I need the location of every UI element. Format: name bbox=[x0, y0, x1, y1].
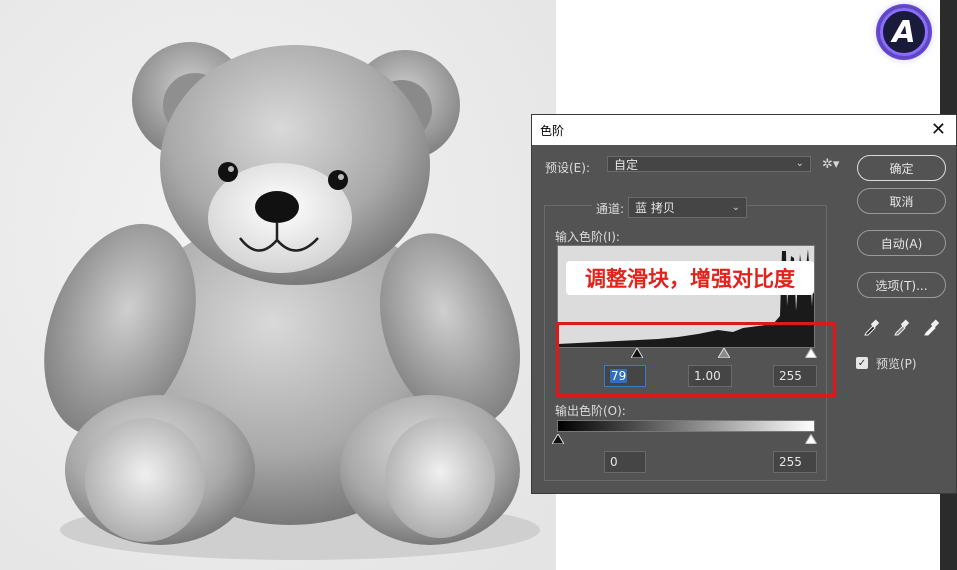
tutorial-annotation: 调整滑块，增强对比度 bbox=[566, 261, 814, 295]
white-eyedropper-icon[interactable] bbox=[923, 318, 941, 336]
output-gradient-bar bbox=[557, 420, 815, 432]
input-levels-label: 输入色阶(I): bbox=[555, 230, 620, 244]
channel-label: 通道: bbox=[592, 200, 629, 217]
cancel-button[interactable]: 取消 bbox=[857, 188, 946, 214]
output-black-field[interactable]: 0 bbox=[604, 451, 646, 473]
black-eyedropper-icon[interactable] bbox=[863, 318, 881, 336]
chevron-down-icon: ⌄ bbox=[795, 158, 804, 169]
dialog-titlebar[interactable]: 色阶 ✕ bbox=[532, 115, 956, 145]
preview-checkbox[interactable]: ✓ bbox=[856, 357, 868, 369]
ok-button[interactable]: 确定 bbox=[857, 155, 946, 181]
channel-value: 蓝 拷贝 bbox=[635, 201, 675, 215]
preview-label: 预览(P) bbox=[876, 357, 917, 371]
checkmark-icon: ✓ bbox=[857, 357, 867, 369]
output-white-slider[interactable] bbox=[805, 434, 817, 444]
output-black-value: 0 bbox=[610, 455, 618, 469]
dialog-title: 色阶 bbox=[540, 123, 565, 138]
preset-select[interactable]: 自定 ⌄ bbox=[607, 156, 811, 172]
teddy-bear-photo bbox=[0, 0, 556, 570]
preset-label: 预设(E): bbox=[545, 161, 590, 175]
options-button[interactable]: 选项(T)... bbox=[857, 272, 946, 298]
output-white-field[interactable]: 255 bbox=[773, 451, 817, 473]
channel-select[interactable]: 蓝 拷贝 ⌄ bbox=[628, 197, 747, 218]
logo-letter: A bbox=[892, 14, 916, 50]
auto-button[interactable]: 自动(A) bbox=[857, 230, 946, 256]
close-button[interactable]: ✕ bbox=[931, 121, 946, 139]
gray-eyedropper-icon[interactable] bbox=[893, 318, 911, 336]
preset-value: 自定 bbox=[614, 157, 639, 172]
levels-dialog: 色阶 ✕ 预设(E): 自定 ⌄ ✲▾ 通道: 蓝 拷贝 ⌄ 输入色阶(I): … bbox=[531, 114, 957, 494]
brand-logo: A bbox=[876, 4, 932, 60]
output-black-slider[interactable] bbox=[552, 434, 564, 444]
highlight-box bbox=[556, 322, 836, 397]
annotation-text: 调整滑块，增强对比度 bbox=[585, 267, 795, 291]
gear-icon[interactable]: ✲▾ bbox=[822, 157, 839, 172]
canvas-image bbox=[0, 0, 556, 570]
output-white-value: 255 bbox=[779, 455, 802, 469]
chevron-down-icon: ⌄ bbox=[731, 202, 740, 213]
output-levels-label: 输出色阶(O): bbox=[555, 404, 626, 418]
